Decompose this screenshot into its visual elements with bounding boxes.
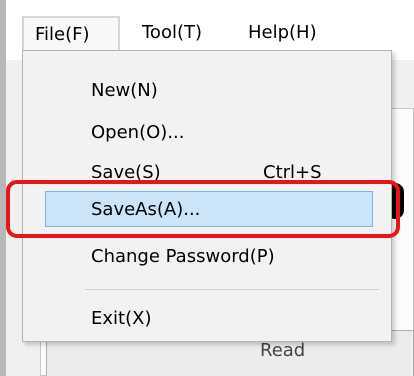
- menu-item-new-label: New(N): [91, 80, 158, 101]
- menu-item-change-password-label: Change Password(P): [91, 246, 275, 267]
- menu-tool[interactable]: Tool(T): [142, 16, 202, 50]
- menu-help[interactable]: Help(H): [248, 16, 317, 50]
- callout-outline: [6, 180, 400, 238]
- menu-item-new[interactable]: New(N): [23, 69, 391, 113]
- read-button-label: Read: [260, 340, 306, 361]
- menu-separator: [85, 289, 379, 290]
- menu-item-change-password[interactable]: Change Password(P): [23, 235, 391, 279]
- menu-file[interactable]: File(F): [22, 16, 120, 50]
- menu-item-open-label: Open(O)...: [91, 122, 185, 143]
- menu-item-exit-label: Exit(X): [91, 308, 152, 329]
- menu-item-open[interactable]: Open(O)...: [23, 111, 391, 155]
- menu-item-exit[interactable]: Exit(X): [23, 297, 391, 341]
